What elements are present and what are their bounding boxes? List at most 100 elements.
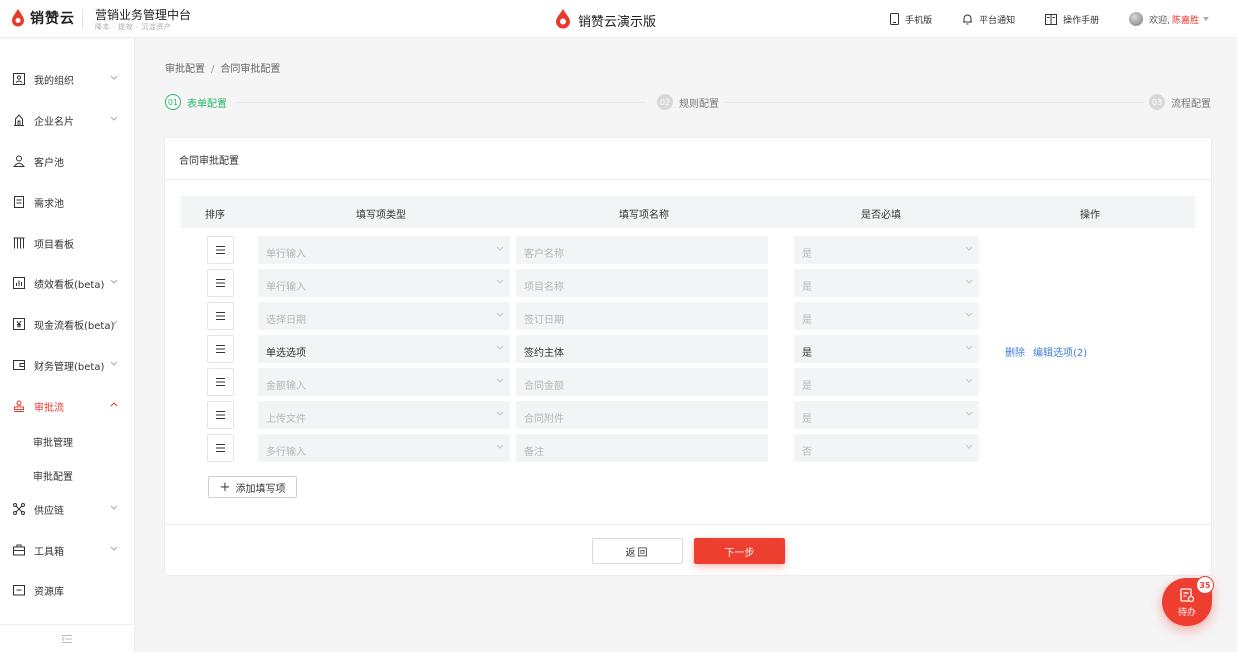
sidebar-item-company-card[interactable]: 企业名片 [0, 110, 134, 130]
step-number: 03 [1149, 94, 1165, 110]
sidebar: 我的组织 企业名片 客户池 需求池 项目看板 绩效看板(beta) 现金流看板(… [0, 39, 135, 652]
field-name-value: 合同附件 [524, 414, 564, 425]
sidebar-item-label: 企业名片 [34, 116, 74, 128]
delete-link[interactable]: 删除 [1005, 348, 1025, 359]
add-field-button[interactable]: + 添加填写项 [208, 476, 297, 498]
caret-down-icon [1203, 17, 1209, 21]
user-menu[interactable]: 欢迎, 陈嘉胜 [1129, 12, 1209, 26]
drag-handle-icon[interactable] [207, 269, 234, 297]
center-title: 销赞云演示版 [578, 15, 657, 30]
mobile-link[interactable]: 手机版 [890, 13, 932, 26]
step-number: 01 [165, 94, 181, 110]
breadcrumb-parent[interactable]: 审批配置 [165, 64, 205, 75]
sidebar-subitem-approval-manage[interactable]: 审批管理 [33, 434, 73, 449]
sidebar-item-label: 需求池 [34, 198, 64, 210]
chevron-down-icon [110, 505, 118, 510]
column-header: 填写项类型 [356, 210, 406, 221]
sidebar-item-project-board[interactable]: 项目看板 [0, 233, 134, 253]
bell-icon [963, 14, 973, 25]
doc-icon [12, 195, 26, 209]
field-name-value: 客户名称 [524, 249, 564, 260]
sidebar-item-finance[interactable]: 财务管理(beta) [0, 355, 134, 375]
chevron-down-icon [965, 411, 973, 416]
manual-link[interactable]: 操作手册 [1045, 13, 1099, 26]
field-type-value: 金额输入 [266, 381, 306, 392]
drag-handle-icon[interactable] [207, 335, 234, 363]
sidebar-collapse[interactable] [0, 624, 134, 652]
table-header: 排序 填写项类型 填写项名称 是否必填 操作 [181, 196, 1195, 228]
required-value: 否 [802, 447, 812, 458]
card-footer-divider [165, 524, 1211, 525]
drag-handle-icon[interactable] [207, 368, 234, 396]
chevron-down-icon [110, 75, 118, 80]
field-name-input[interactable]: 签约主体 [516, 335, 768, 363]
sidebar-item-performance-board[interactable]: 绩效看板(beta) [0, 273, 134, 293]
brand-drop-icon [554, 9, 572, 32]
wallet-icon [12, 358, 26, 372]
row-actions: 删除 编辑选项(2) [1005, 344, 1095, 359]
chevron-down-icon [496, 378, 504, 383]
drag-handle-icon[interactable] [207, 434, 234, 462]
sidebar-item-label: 财务管理(beta) [34, 361, 105, 373]
edit-options-link[interactable]: 编辑选项(2) [1033, 348, 1087, 359]
step-form-config: 01 表单配置 [165, 94, 227, 110]
sidebar-item-org[interactable]: 我的组织 [0, 69, 134, 89]
sidebar-subitem-approval-config[interactable]: 审批配置 [33, 468, 73, 483]
logo[interactable]: 销赞云 [10, 8, 75, 28]
person-icon [12, 154, 26, 168]
column-header: 是否必填 [861, 210, 901, 221]
sidebar-item-label: 供应链 [34, 505, 64, 517]
collapse-menu-icon [62, 634, 72, 643]
todo-label: 待办 [1177, 607, 1196, 618]
sidebar-item-label: 项目看板 [34, 239, 74, 251]
required-select[interactable]: 是 [794, 335, 979, 363]
center-brand: 销赞云演示版 [554, 9, 656, 32]
avatar [1129, 12, 1144, 26]
drag-handle-icon[interactable] [207, 401, 234, 429]
sidebar-item-demand-pool[interactable]: 需求池 [0, 192, 134, 212]
sidebar-item-customer-pool[interactable]: 客户池 [0, 151, 134, 171]
todo-float-button[interactable]: 待办 35 [1162, 576, 1214, 626]
add-field-label: 添加填写项 [235, 483, 286, 495]
building-icon [12, 113, 26, 127]
chevron-down-icon [965, 312, 973, 317]
yuan-icon [12, 317, 26, 331]
chevron-down-icon [496, 411, 504, 416]
sidebar-item-toolbox[interactable]: 工具箱 [0, 540, 134, 560]
field-name-value: 备注 [524, 447, 544, 458]
book-icon [1045, 13, 1058, 25]
step-label: 表单配置 [187, 98, 227, 110]
field-type-select[interactable]: 单选选项 [258, 335, 510, 363]
field-type-value: 单行输入 [266, 282, 306, 293]
field-name-input: 合同金额 [516, 368, 768, 396]
next-step-button[interactable]: 下一步 [694, 538, 785, 564]
field-name-input: 客户名称 [516, 236, 768, 264]
sidebar-item-approval-flow[interactable]: 审批流 [0, 396, 134, 416]
system-subtitle: 降本 · 提效 · 沉淀资产 [95, 23, 172, 31]
column-header: 操作 [1080, 210, 1100, 221]
sidebar-item-label: 资源库 [34, 586, 64, 598]
step-connector [725, 102, 1145, 103]
notice-link[interactable]: 平台通知 [962, 13, 1015, 26]
chevron-down-icon [110, 320, 118, 325]
step-label: 规则配置 [679, 98, 719, 110]
field-name-input: 签订日期 [516, 302, 768, 330]
drag-handle-icon[interactable] [207, 236, 234, 264]
system-title: 营销业务管理中台 [95, 8, 192, 22]
sidebar-item-resources[interactable]: 资源库 [0, 580, 134, 600]
back-button[interactable]: 返回 [592, 538, 683, 564]
field-type-select: 金额输入 [258, 368, 510, 396]
chart-icon [12, 276, 26, 290]
sidebar-item-supply-chain[interactable]: 供应链 [0, 499, 134, 519]
table-row: 金额输入 合同金额 是 [181, 368, 1195, 396]
field-type-value: 选择日期 [266, 315, 306, 326]
config-card: 合同审批配置 排序 填写项类型 填写项名称 是否必填 操作 单行输入 客户名称 … [164, 137, 1212, 576]
required-select: 否 [794, 434, 979, 462]
step-number: 02 [657, 94, 673, 110]
required-value: 是 [802, 282, 812, 293]
org-icon [12, 72, 26, 86]
sidebar-item-cashflow-board[interactable]: 现金流看板(beta) [0, 314, 134, 334]
required-select: 是 [794, 302, 979, 330]
drag-handle-icon[interactable] [207, 302, 234, 330]
todo-clipboard-icon [1180, 587, 1195, 602]
